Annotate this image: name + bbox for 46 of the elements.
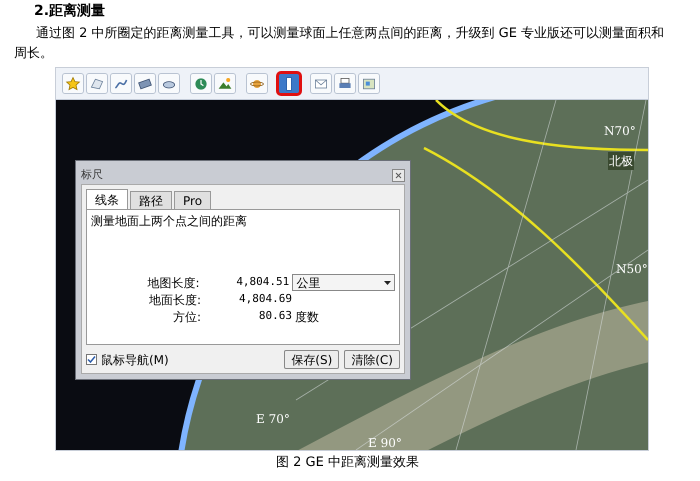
toolbar-button[interactable]	[246, 73, 268, 94]
toolbar-button[interactable]	[310, 73, 332, 94]
field-label: 地图长度:	[146, 274, 200, 292]
section-heading: 2.距离测量	[33, 2, 106, 20]
body-paragraph: 通过图 2 中所圈定的距离测量工具，可以测量球面上任意两点间的距离，升级到 GE 专业版还可以测量面积和周长。	[13, 25, 666, 63]
dialog-tab[interactable]: 线条	[86, 189, 128, 209]
clock-icon	[193, 76, 209, 92]
check-icon	[87, 355, 96, 364]
dialog-tab[interactable]: 路径	[130, 191, 172, 209]
overlay-icon	[137, 76, 153, 92]
field-value: 4,804.51	[235, 274, 290, 290]
toolbar-button[interactable]	[62, 73, 84, 94]
map-label: E 90°	[368, 435, 402, 450]
toolbar-button[interactable]	[86, 73, 108, 94]
map-label: N70°	[604, 123, 636, 140]
toolbar-button[interactable]	[158, 73, 180, 94]
field-value: 80.63	[258, 308, 293, 324]
landscape-icon	[217, 76, 233, 92]
field-value: 4,804.69	[238, 291, 293, 308]
toolbar-button[interactable]	[110, 73, 132, 94]
dialog-tab[interactable]: Pro	[174, 191, 212, 209]
dialog-description: 测量地面上两个点之间的距离	[91, 213, 248, 230]
toolbar-button[interactable]	[278, 73, 300, 94]
toolbar-button[interactable]	[334, 73, 356, 94]
map-label: E 70°	[256, 411, 290, 428]
map-label: N50°	[616, 261, 648, 278]
mouse-navigation-checkbox[interactable]: 鼠标导航(M)	[86, 350, 169, 368]
checkbox[interactable]	[86, 354, 97, 365]
figure-caption: 图 2 GE 中距离测量效果	[275, 455, 420, 471]
toolbar-button[interactable]	[358, 73, 380, 94]
toolbar-button[interactable]	[134, 73, 156, 94]
map-label: 北极	[608, 152, 634, 170]
unit-dropdown[interactable]: 公里	[292, 274, 395, 291]
polygon-icon	[89, 76, 105, 92]
field-label: 方位:	[172, 308, 201, 326]
toolbar-button[interactable]	[214, 73, 236, 94]
dialog-button[interactable]: 保存(S)	[284, 350, 340, 369]
caret-icon	[384, 280, 391, 284]
close-icon	[395, 172, 402, 178]
field-label: 地面长度:	[148, 292, 201, 308]
dialog-title: 标尺	[81, 166, 103, 183]
unit-label: 度数	[295, 308, 319, 326]
toolbar-button[interactable]	[190, 73, 212, 94]
dialog-button[interactable]: 清除(C)	[344, 350, 400, 369]
star-icon	[65, 76, 81, 92]
close-button[interactable]	[392, 168, 405, 182]
